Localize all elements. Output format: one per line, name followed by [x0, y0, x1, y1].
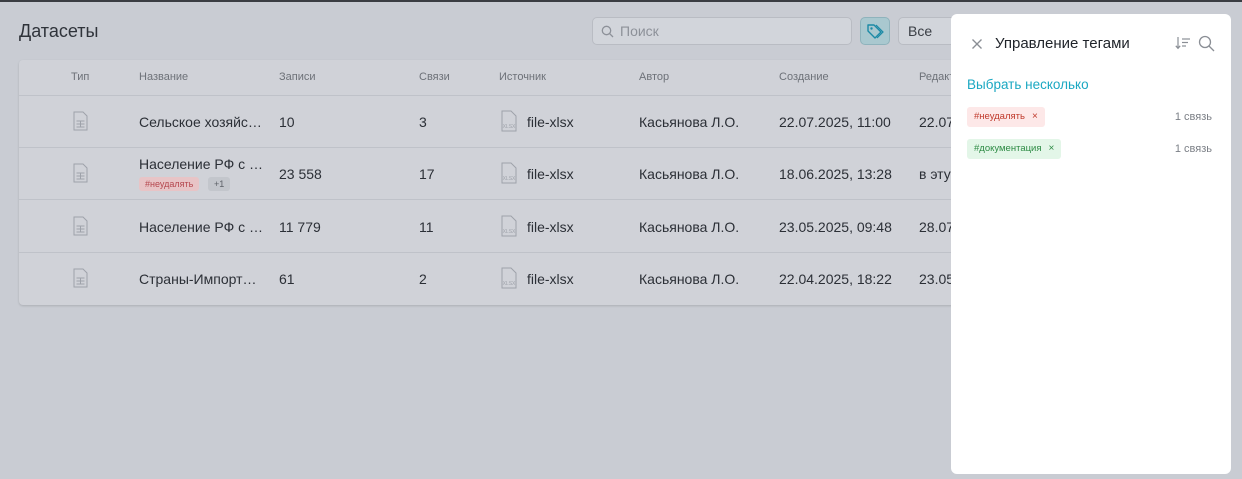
select-multiple-link[interactable]: Выбрать несколько	[967, 77, 1089, 92]
created-date: 22.04.2025, 18:22	[779, 271, 892, 287]
dataset-name[interactable]: Страны-Импорт…	[139, 271, 257, 287]
edited-date: в эту	[919, 166, 951, 182]
records-count: 10	[279, 114, 295, 130]
source-label: file-xlsx	[527, 271, 574, 287]
tag-chip[interactable]: #неудалять ×	[967, 107, 1045, 127]
search-input[interactable]	[620, 23, 820, 39]
search-icon	[601, 25, 614, 37]
tag-label: #документация	[974, 143, 1042, 154]
table-row[interactable]: Население РФ с … 11 779 11 XLSX file-xls…	[19, 201, 969, 253]
source-label: file-xlsx	[527, 114, 574, 130]
xlsx-file-icon: XLSX	[501, 215, 517, 237]
close-icon[interactable]	[971, 38, 983, 50]
dataset-file-icon	[73, 216, 88, 236]
dataset-name[interactable]: Население РФ с …	[139, 156, 263, 172]
xlsx-file-icon: XLSX	[501, 267, 517, 289]
header-records[interactable]: Записи	[279, 71, 316, 83]
dataset-name[interactable]: Население РФ с …	[139, 219, 263, 235]
dataset-file-icon	[73, 268, 88, 288]
tag-management-button[interactable]	[860, 17, 890, 45]
tag-icon	[867, 24, 884, 39]
tag-links-count: 1 связь	[1174, 143, 1212, 155]
records-count: 11 779	[279, 219, 321, 235]
author-name: Касьянова Л.О.	[639, 271, 740, 287]
edited-date: 22.07	[919, 114, 955, 130]
author-name: Касьянова Л.О.	[639, 114, 740, 130]
tag-management-panel: Управление тегами Выбрать несколько #неу…	[951, 14, 1231, 474]
dataset-file-icon	[73, 111, 88, 131]
filter-select[interactable]: Все	[898, 17, 958, 45]
author-name: Касьянова Л.О.	[639, 166, 740, 182]
tag-chip[interactable]: #документация ×	[967, 139, 1062, 159]
table-row[interactable]: Сельское хозяйс… 10 3 XLSX file-xlsx Кас…	[19, 96, 969, 148]
table-row[interactable]: Страны-Импорт… 61 2 XLSX file-xlsx Касья…	[19, 253, 969, 305]
page-title: Датасеты	[19, 21, 99, 41]
header-edited[interactable]: Редакт	[919, 71, 954, 83]
remove-tag-icon[interactable]: ×	[1032, 107, 1038, 127]
edited-date: 23.05	[919, 271, 955, 287]
links-count: 3	[419, 114, 427, 130]
remove-tag-icon[interactable]: ×	[1049, 139, 1055, 159]
tag-links-count: 1 связь	[1174, 111, 1212, 123]
xlsx-file-icon: XLSX	[501, 162, 517, 184]
search-box[interactable]	[592, 17, 852, 45]
sort-icon[interactable]	[1175, 36, 1191, 50]
edited-date: 28.07	[919, 219, 955, 235]
records-count: 23 558	[279, 166, 322, 182]
svg-text:XLSX: XLSX	[503, 229, 516, 235]
links-count: 17	[419, 166, 435, 182]
records-count: 61	[279, 271, 295, 287]
svg-text:XLSX: XLSX	[503, 124, 516, 130]
xlsx-file-icon: XLSX	[501, 110, 517, 132]
source-label: file-xlsx	[527, 219, 574, 235]
created-date: 18.06.2025, 13:28	[779, 166, 892, 182]
header-created[interactable]: Создание	[779, 71, 829, 83]
author-name: Касьянова Л.О.	[639, 219, 740, 235]
table-row[interactable]: Население РФ с … #неудалять +1 23 558 17…	[19, 148, 969, 200]
top-border	[0, 0, 1242, 2]
dataset-file-icon	[73, 163, 88, 183]
links-count: 2	[419, 271, 427, 287]
more-tags-chip[interactable]: +1	[208, 177, 231, 191]
source-label: file-xlsx	[527, 166, 574, 182]
header-type[interactable]: Тип	[71, 71, 89, 83]
search-icon[interactable]	[1198, 35, 1215, 52]
dataset-name[interactable]: Сельское хозяйс…	[139, 114, 262, 130]
row-tag-chip[interactable]: #неудалять	[139, 177, 200, 191]
svg-text:XLSX: XLSX	[503, 176, 516, 182]
tag-label: #неудалять	[974, 111, 1025, 122]
table-header: Тип Название Записи Связи Источник Автор…	[19, 60, 969, 96]
links-count: 11	[419, 219, 434, 235]
header-name[interactable]: Название	[139, 71, 188, 83]
header-links[interactable]: Связи	[419, 71, 450, 83]
datasets-table: Тип Название Записи Связи Источник Автор…	[19, 60, 969, 305]
svg-text:XLSX: XLSX	[503, 281, 516, 287]
created-date: 23.05.2025, 09:48	[779, 219, 892, 235]
panel-title: Управление тегами	[995, 35, 1130, 52]
created-date: 22.07.2025, 11:00	[779, 114, 891, 130]
header-source[interactable]: Источник	[499, 71, 546, 83]
header-author[interactable]: Автор	[639, 71, 669, 83]
